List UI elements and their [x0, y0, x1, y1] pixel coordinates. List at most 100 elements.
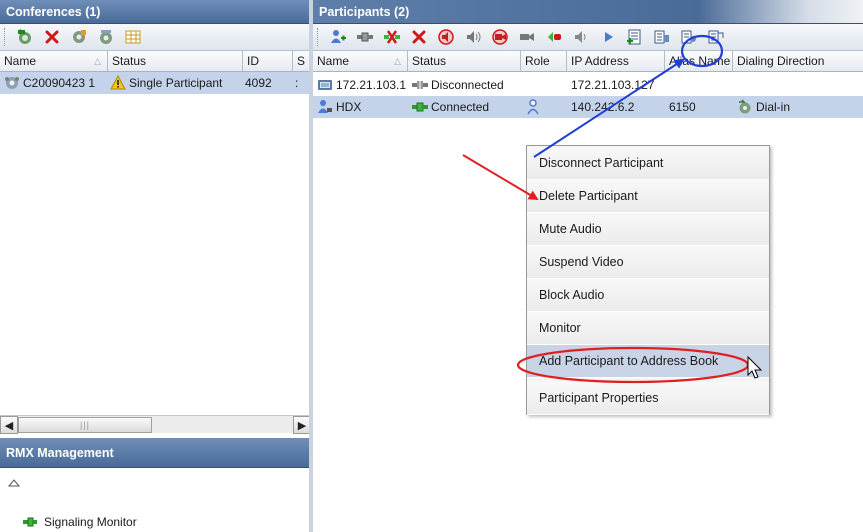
- conference-extra: :: [295, 76, 299, 90]
- column-name[interactable]: Name △: [313, 51, 408, 71]
- menu-item-participant-properties[interactable]: Participant Properties: [527, 382, 769, 415]
- menu-item-disconnect-participant[interactable]: Disconnect Participant: [527, 147, 769, 180]
- conference-name-cell: C20090423 1: [0, 75, 106, 91]
- toolbar-grip[interactable]: [317, 28, 320, 46]
- add-to-address-book-icon[interactable]: [624, 26, 646, 48]
- conference-status: Single Participant: [129, 76, 223, 90]
- video-icon[interactable]: [516, 26, 538, 48]
- column-name-label: Name: [317, 54, 350, 68]
- participant-status: Disconnected: [431, 78, 504, 92]
- unmute-audio-icon[interactable]: [462, 26, 484, 48]
- participant-status: Connected: [431, 100, 490, 114]
- sort-indicator-icon: △: [394, 56, 401, 66]
- delete-icon[interactable]: [41, 26, 63, 48]
- conference-row[interactable]: C20090423 1 Single Participant 4092 :: [0, 72, 311, 94]
- participant-person-icon: [317, 99, 333, 115]
- disconnect-icon[interactable]: [381, 26, 403, 48]
- suspend-video-icon[interactable]: [489, 26, 511, 48]
- conference-id-cell: 4092: [241, 76, 291, 90]
- column-dialing-direction-label: Dialing Direction: [737, 54, 825, 68]
- grid-icon[interactable]: [122, 26, 144, 48]
- participant-row[interactable]: 172.21.103.1 Disconnected 172.21.103.127: [313, 74, 863, 96]
- participant-context-menu: Disconnect Participant Delete Participan…: [526, 145, 770, 415]
- participant-name: HDX: [336, 100, 362, 114]
- participant-dialing: Dial-in: [756, 100, 791, 114]
- play-icon[interactable]: [597, 26, 619, 48]
- column-dialing-direction[interactable]: Dialing Direction: [733, 51, 863, 71]
- column-name-label: Name: [4, 54, 37, 68]
- conferences-column-header: Name △ Status ID S: [0, 51, 311, 72]
- participant-ip-cell: 172.21.103.127: [567, 78, 665, 92]
- audio-volume-icon[interactable]: [570, 26, 592, 48]
- column-status[interactable]: Status: [108, 51, 243, 71]
- column-status-label: Status: [112, 54, 147, 68]
- menu-item-mute-audio[interactable]: Mute Audio: [527, 213, 769, 246]
- disconnected-icon: [412, 77, 428, 93]
- participant-name: 172.21.103.1: [336, 78, 407, 92]
- signaling-monitor-label: Signaling Monitor: [44, 515, 137, 529]
- conference-tools-icon[interactable]: [68, 26, 90, 48]
- column-role[interactable]: Role: [521, 51, 567, 71]
- dial-in-icon: [737, 99, 753, 115]
- participant-name-cell: HDX: [313, 99, 408, 115]
- participant-settings-icon[interactable]: [678, 26, 700, 48]
- warning-icon: [110, 75, 126, 91]
- rmx-management-pane: RMX Management Signaling Monitor: [0, 438, 312, 532]
- mute-audio-icon[interactable]: [435, 26, 457, 48]
- connected-icon: [412, 99, 428, 115]
- menu-item-monitor[interactable]: Monitor: [527, 312, 769, 345]
- participant-alias-cell: 6150: [665, 100, 733, 114]
- sort-indicator-icon: △: [94, 56, 101, 66]
- delete-participant-icon[interactable]: [408, 26, 430, 48]
- new-conference-icon[interactable]: [14, 26, 36, 48]
- toolbar-grip[interactable]: [4, 28, 7, 46]
- participant-row[interactable]: HDX Connected 140.242.6.2 6150 Dial-in: [313, 96, 863, 118]
- column-s-label: S: [297, 54, 306, 68]
- menu-item-block-audio[interactable]: Block Audio: [527, 279, 769, 312]
- menu-item-delete-participant[interactable]: Delete Participant: [527, 180, 769, 213]
- menu-item-add-to-address-book[interactable]: Add Participant to Address Book: [527, 345, 769, 378]
- participants-column-header: Name △ Status Role IP Address Alias Name…: [313, 51, 863, 72]
- scroll-thumb[interactable]: |||: [18, 417, 152, 433]
- participant-ip: 140.242.6.2: [571, 100, 635, 114]
- conferences-toolbar: [0, 24, 311, 51]
- column-ip-address[interactable]: IP Address: [567, 51, 665, 71]
- participants-toolbar: [313, 24, 863, 51]
- conference-status-cell: Single Participant: [106, 75, 241, 91]
- signaling-monitor-icon: [22, 514, 38, 530]
- conference-icon: [4, 75, 20, 91]
- column-id[interactable]: ID: [243, 51, 293, 71]
- participant-status-cell: Disconnected: [408, 77, 521, 93]
- column-ip-address-label: IP Address: [571, 54, 629, 68]
- conference-extra-cell: :: [291, 76, 305, 90]
- participant-list-icon[interactable]: [651, 26, 673, 48]
- conference-name: C20090423 1: [23, 76, 96, 90]
- horizontal-scrollbar[interactable]: ◀ ||| ▶: [0, 415, 311, 434]
- participant-export-icon[interactable]: [705, 26, 727, 48]
- scroll-track[interactable]: |||: [18, 416, 293, 433]
- signaling-monitor-item[interactable]: Signaling Monitor: [22, 514, 137, 530]
- participant-role-cell: [521, 99, 567, 115]
- collapse-triangle-icon[interactable]: [7, 476, 21, 490]
- column-name[interactable]: Name △: [0, 51, 108, 71]
- conferences-title: Conferences (1): [0, 0, 311, 24]
- participant-status-cell: Connected: [408, 99, 521, 115]
- menu-item-suspend-video[interactable]: Suspend Video: [527, 246, 769, 279]
- scroll-left-button[interactable]: ◀: [0, 416, 18, 434]
- conference-id: 4092: [245, 76, 272, 90]
- participant-dialing-cell: Dial-in: [733, 99, 853, 115]
- conference-settings-icon[interactable]: [95, 26, 117, 48]
- connect-icon[interactable]: [354, 26, 376, 48]
- column-status[interactable]: Status: [408, 51, 521, 71]
- conferences-list: C20090423 1 Single Participant 4092 :: [0, 72, 311, 94]
- column-alias-name[interactable]: Alias Name: [665, 51, 733, 71]
- add-participant-icon[interactable]: [327, 26, 349, 48]
- column-status-label: Status: [412, 54, 447, 68]
- column-id-label: ID: [247, 54, 259, 68]
- participant-ip-cell: 140.242.6.2: [567, 100, 665, 114]
- participant-name-cell: 172.21.103.1: [313, 77, 408, 93]
- column-alias-name-label: Alias Name: [669, 54, 731, 68]
- block-audio-icon[interactable]: [543, 26, 565, 48]
- role-person-icon: [525, 99, 541, 115]
- participant-alias: 6150: [669, 100, 696, 114]
